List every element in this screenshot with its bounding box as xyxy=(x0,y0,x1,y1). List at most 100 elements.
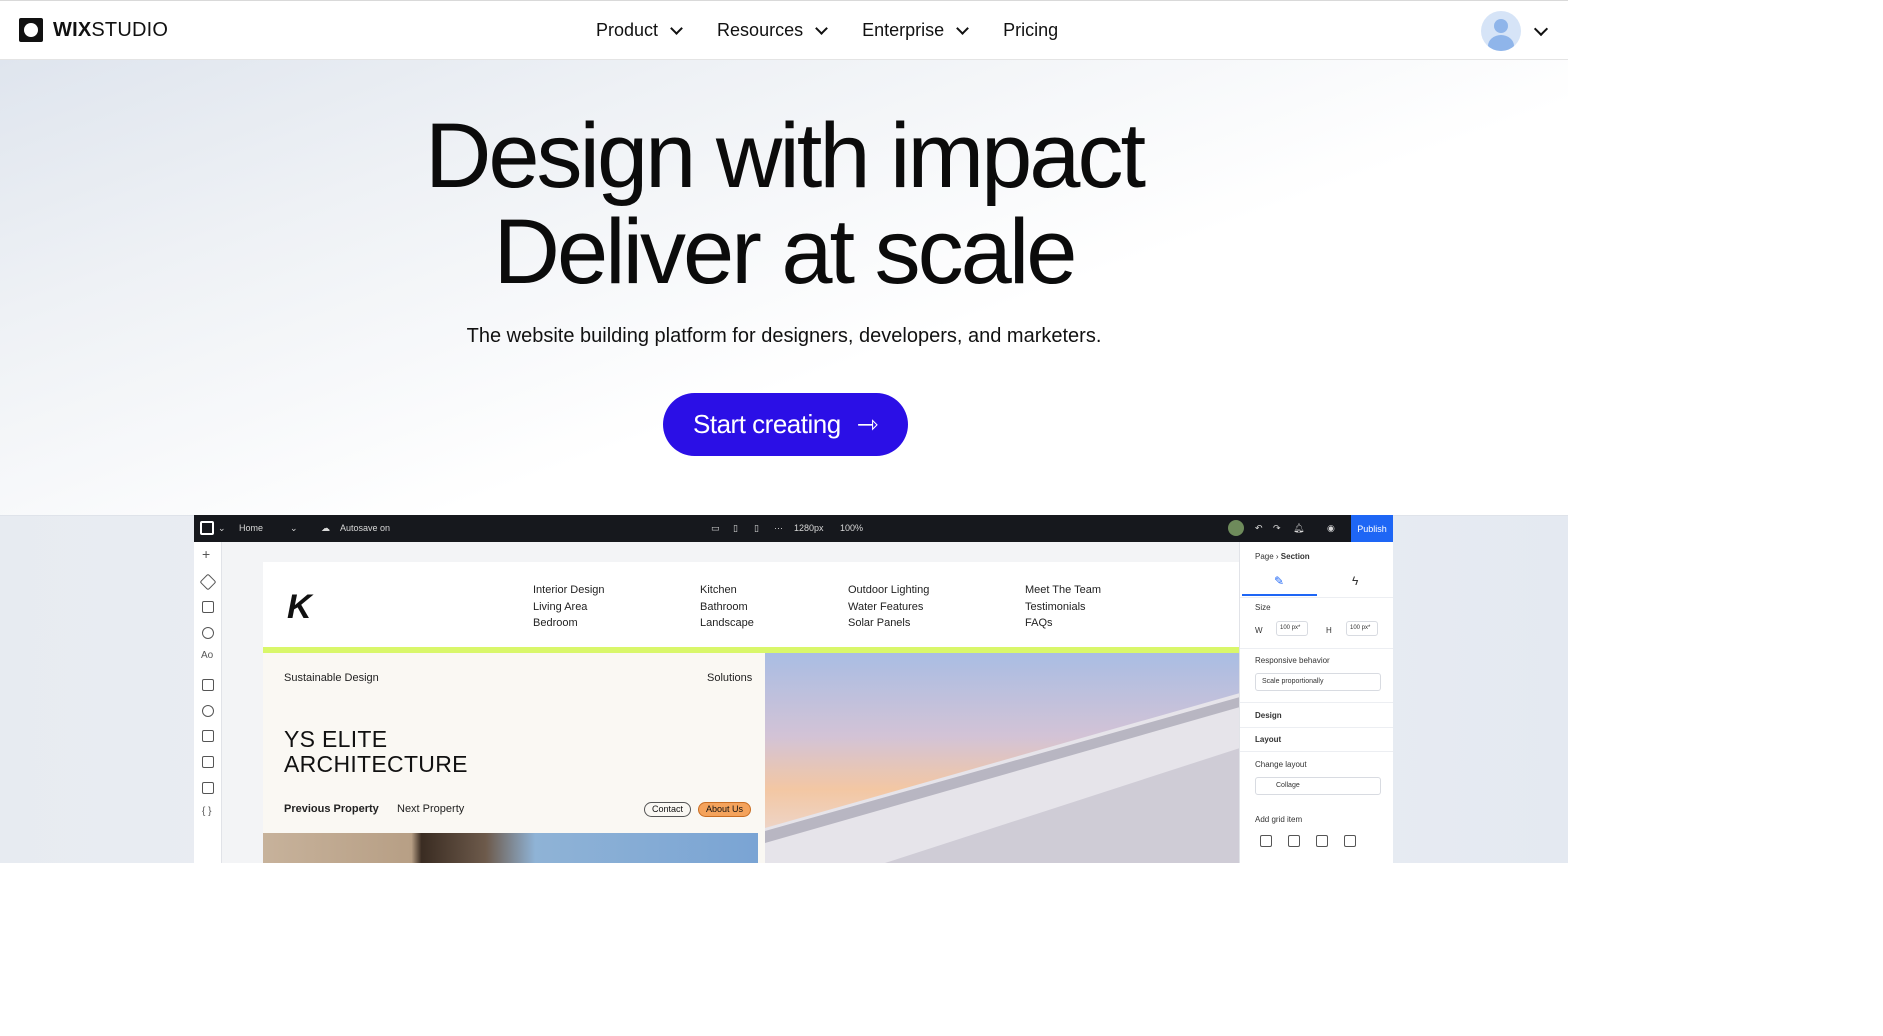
site-header: K Interior Design Living Area Bedroom Ki… xyxy=(263,562,1240,647)
wix-studio-logo[interactable]: WIXSTUDIO xyxy=(19,18,168,42)
interactions-bolt-icon[interactable]: ϟ xyxy=(1352,574,1358,588)
undo-icon[interactable]: ↶ xyxy=(1255,523,1263,534)
zoom-level[interactable]: 100% xyxy=(840,523,863,533)
code-icon[interactable]: { } xyxy=(202,806,211,817)
cloud-icon: ☁ xyxy=(321,523,330,533)
hero-title-line2: Deliver at scale xyxy=(493,201,1078,303)
change-layout-label: Change layout xyxy=(1255,760,1307,769)
hero-section: Design with impact Deliver at scale The … xyxy=(0,60,1568,515)
chevron-down-icon[interactable] xyxy=(1533,21,1549,37)
grid-add-top-icon[interactable] xyxy=(1316,835,1328,847)
mobile-icon[interactable]: ▯ xyxy=(754,523,759,534)
contact-button[interactable]: Contact xyxy=(644,802,692,817)
active-tab-indicator xyxy=(1242,594,1317,596)
layout-section-toggle[interactable]: Layout xyxy=(1255,735,1281,744)
height-label: H xyxy=(1326,626,1332,635)
building-image xyxy=(765,693,1240,863)
site-menu-link[interactable]: Bedroom xyxy=(533,615,605,632)
pages-icon[interactable] xyxy=(202,601,214,613)
site-menu-col: Kitchen Bathroom Landscape xyxy=(700,582,754,632)
redo-icon[interactable]: ↷ xyxy=(1273,523,1281,534)
hero-title-line1: Design with impact xyxy=(424,105,1146,207)
desktop-icon[interactable]: ▭ xyxy=(711,523,720,534)
nav-enterprise[interactable]: Enterprise xyxy=(862,20,970,41)
bell-icon[interactable]: 🔔︎ xyxy=(1293,523,1304,534)
apps-icon[interactable] xyxy=(202,705,214,717)
responsive-select[interactable]: Scale proportionally xyxy=(1255,673,1381,691)
brand-name: WIXSTUDIO xyxy=(53,18,169,41)
grid-icon[interactable] xyxy=(202,730,214,742)
site-menu-link[interactable]: FAQs xyxy=(1025,615,1101,632)
site-menu-link[interactable]: Bathroom xyxy=(700,599,754,616)
design-brush-icon[interactable]: ✎ xyxy=(1274,574,1284,588)
next-property-link[interactable]: Next Property xyxy=(397,803,464,815)
editor-toolbar-left: + Aᴏ { } xyxy=(194,542,222,863)
site-menu-link[interactable]: Outdoor Lighting xyxy=(848,582,929,599)
autosave-status: Autosave on xyxy=(340,523,391,533)
site-menu-link[interactable]: Living Area xyxy=(533,599,605,616)
publish-button[interactable]: Publish xyxy=(1351,515,1393,542)
site-menu-link[interactable]: Solar Panels xyxy=(848,615,929,632)
cms-icon[interactable] xyxy=(202,782,214,794)
preview-eye-icon[interactable]: ◉ xyxy=(1327,523,1335,534)
site-solutions-link[interactable]: Solutions xyxy=(707,672,752,684)
site-menu-link[interactable]: Meet The Team xyxy=(1025,582,1101,599)
about-us-button[interactable]: About Us xyxy=(698,802,752,817)
add-grid-item-label: Add grid item xyxy=(1255,815,1303,824)
site-menu-col: Meet The Team Testimonials FAQs xyxy=(1025,582,1101,632)
height-input[interactable]: 100 px* xyxy=(1346,621,1378,636)
avatar-head xyxy=(1494,19,1508,33)
sitemap-icon[interactable] xyxy=(202,627,214,639)
media-icon[interactable] xyxy=(202,679,214,691)
grid-add-left-icon[interactable] xyxy=(1260,835,1272,847)
width-input[interactable]: 100 px* xyxy=(1276,621,1308,636)
prev-property-link[interactable]: Previous Property xyxy=(284,803,379,815)
text-styles-icon[interactable]: Aᴏ xyxy=(201,650,213,661)
site-photo xyxy=(263,833,758,863)
site-menu-link[interactable]: Landscape xyxy=(700,615,754,632)
page-select[interactable]: Home xyxy=(239,523,263,533)
site-hero-left: Sustainable Design Solutions YS ELITE AR… xyxy=(263,653,765,863)
width-label: W xyxy=(1255,626,1263,635)
change-layout-select[interactable]: Collage xyxy=(1255,777,1381,795)
layers-icon[interactable] xyxy=(199,573,217,591)
user-avatar[interactable] xyxy=(1481,11,1521,51)
grid-add-right-icon[interactable] xyxy=(1288,835,1300,847)
site-menu-col: Outdoor Lighting Water Features Solar Pa… xyxy=(848,582,929,632)
chevron-down-icon[interactable]: ⌄ xyxy=(290,523,298,534)
tablet-icon[interactable]: ▯ xyxy=(733,523,738,534)
avatar-body xyxy=(1488,35,1514,51)
chevron-down-icon xyxy=(815,21,828,35)
size-label: Size xyxy=(1255,603,1271,612)
nav-pricing[interactable]: Pricing xyxy=(1003,20,1058,41)
site-menu-link[interactable]: Water Features xyxy=(848,599,929,616)
editor-canvas: K Interior Design Living Area Bedroom Ki… xyxy=(222,542,1240,863)
site-menu-link[interactable]: Testimonials xyxy=(1025,599,1101,616)
add-icon[interactable]: + xyxy=(202,546,210,562)
site-heading: YS ELITE ARCHITECTURE xyxy=(284,726,468,777)
start-creating-button[interactable]: Start creating ⇾ xyxy=(663,393,908,456)
panel-breadcrumb: Page › Section xyxy=(1255,552,1310,561)
components-icon[interactable] xyxy=(202,756,214,768)
site-eyebrow: Sustainable Design xyxy=(284,672,379,684)
editor-preview: ⌄ Home ⌄ ☁ Autosave on ▭ ▯ ▯ ··· 1280px … xyxy=(194,515,1393,863)
design-section-toggle[interactable]: Design xyxy=(1255,711,1282,720)
hero-subtitle: The website building platform for design… xyxy=(466,325,1102,347)
chevron-down-icon xyxy=(956,21,970,35)
cta-label: Start creating xyxy=(693,409,841,439)
editor-logo-icon[interactable] xyxy=(200,521,214,535)
top-nav: WIXSTUDIO Product Resources Enterprise P… xyxy=(0,0,1568,60)
collaborator-avatar[interactable] xyxy=(1228,520,1244,536)
nav-product[interactable]: Product xyxy=(596,20,683,41)
chevron-down-icon[interactable]: ⌄ xyxy=(218,523,226,534)
chevron-down-icon xyxy=(670,21,683,35)
breakpoint-width[interactable]: 1280px xyxy=(794,523,824,533)
site-menu-link[interactable]: Interior Design xyxy=(533,582,605,599)
site-logo-icon[interactable]: K xyxy=(287,588,312,627)
more-icon[interactable]: ··· xyxy=(774,523,783,533)
site-menu-link[interactable]: Kitchen xyxy=(700,582,754,599)
nav-resources[interactable]: Resources xyxy=(717,20,828,41)
editor-topbar: ⌄ Home ⌄ ☁ Autosave on ▭ ▯ ▯ ··· 1280px … xyxy=(194,515,1393,542)
site-preview: K Interior Design Living Area Bedroom Ki… xyxy=(263,562,1240,863)
grid-add-bottom-icon[interactable] xyxy=(1344,835,1356,847)
